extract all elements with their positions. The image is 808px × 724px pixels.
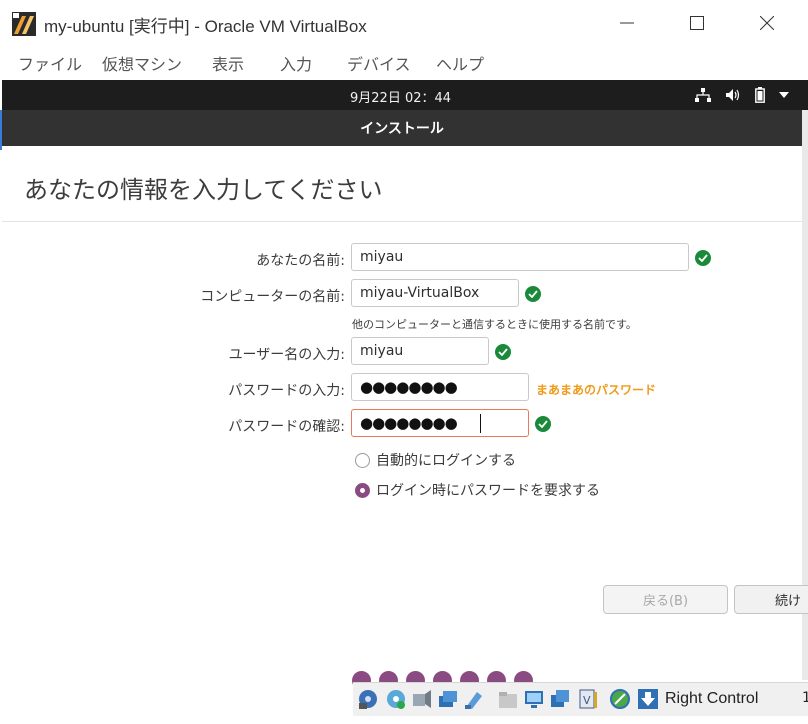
password-masked-value: ●●●●●●●● xyxy=(360,378,458,396)
video-capture-icon[interactable] xyxy=(549,688,571,710)
optical-disk-icon[interactable] xyxy=(385,688,407,710)
close-icon xyxy=(760,16,774,30)
virtualbox-app-icon xyxy=(12,12,36,36)
username-input[interactable] xyxy=(351,337,489,365)
computer-name-label: コンピューターの名前: xyxy=(200,289,345,305)
menu-view[interactable]: 表示 xyxy=(212,51,244,75)
password-label: パスワードの入力: xyxy=(228,383,345,399)
computer-name-valid-check-icon xyxy=(525,286,541,302)
page-title: あなたの情報を入力してください xyxy=(24,176,383,204)
battery-icon[interactable] xyxy=(753,86,767,104)
svg-text:V: V xyxy=(583,694,591,707)
menu-bar: ファイル 仮想マシン 表示 入力 デバイス ヘルプ xyxy=(0,46,808,80)
maximize-icon xyxy=(690,16,704,30)
hard-disk-icon[interactable] xyxy=(357,688,379,710)
volume-icon[interactable] xyxy=(724,86,742,104)
menu-help[interactable]: ヘルプ xyxy=(436,51,484,75)
menu-file[interactable]: ファイル xyxy=(18,51,82,75)
maximize-button[interactable] xyxy=(674,8,720,38)
password-confirm-label: パスワードの確認: xyxy=(228,419,345,435)
your-name-label: あなたの名前: xyxy=(256,253,345,269)
password-confirm-valid-check-icon xyxy=(535,416,551,432)
background-window-fragment: 1 xyxy=(802,690,808,706)
menu-machine[interactable]: 仮想マシン xyxy=(102,51,182,75)
window-titlebar: my-ubuntu [実行中] - Oracle VM VirtualBox xyxy=(0,0,808,46)
username-label: ユーザー名の入力: xyxy=(228,347,345,363)
menu-devices[interactable]: デバイス xyxy=(347,51,411,75)
computer-name-input[interactable] xyxy=(351,279,519,307)
password-strength-indicator: まあまあのパスワード xyxy=(536,383,657,397)
heading-divider xyxy=(2,221,802,222)
radio-require-password[interactable]: ログイン時にパスワードを要求する xyxy=(355,480,600,500)
window-title: my-ubuntu [実行中] - Oracle VM VirtualBox xyxy=(44,17,367,36)
shared-folder-icon[interactable] xyxy=(497,688,519,710)
host-key-arrow-icon[interactable] xyxy=(637,688,659,710)
text-caret xyxy=(480,414,481,433)
minimize-button[interactable] xyxy=(604,8,650,38)
network-adapter-icon[interactable] xyxy=(437,688,459,710)
network-icon[interactable] xyxy=(694,86,712,104)
username-valid-check-icon xyxy=(495,344,511,360)
password-confirm-masked-value: ●●●●●●●● xyxy=(360,414,458,432)
radio-auto-login-indicator xyxy=(355,452,370,468)
guest-top-bar: 9月22日 02：44 xyxy=(2,80,808,110)
installer-title: インストール xyxy=(360,121,444,137)
dropdown-arrow-icon[interactable] xyxy=(777,86,791,104)
close-button[interactable] xyxy=(744,8,790,38)
password-input[interactable]: ●●●●●●●● xyxy=(351,373,529,401)
display-icon[interactable] xyxy=(523,688,545,710)
password-confirm-input[interactable]: ●●●●●●●● xyxy=(351,409,529,437)
continue-button[interactable]: 続け xyxy=(734,585,808,614)
vm-status-bar: V Right Control xyxy=(353,682,808,716)
computer-name-hint: 他のコンピューターと通信するときに使用する名前です。 xyxy=(352,318,637,331)
radio-require-password-label: ログイン時にパスワードを要求する xyxy=(376,483,600,499)
mouse-integration-icon[interactable] xyxy=(609,688,631,710)
back-button[interactable]: 戻る(B) xyxy=(603,585,728,614)
host-key-label: Right Control xyxy=(665,690,759,707)
usb-icon[interactable] xyxy=(463,688,485,710)
audio-icon[interactable] xyxy=(411,688,433,710)
clock[interactable]: 9月22日 02：44 xyxy=(350,87,451,106)
your-name-valid-check-icon xyxy=(695,250,711,266)
radio-auto-login[interactable]: 自動的にログインする xyxy=(355,450,516,470)
minimize-icon xyxy=(620,22,634,24)
virtualization-icon[interactable]: V xyxy=(577,688,599,710)
your-name-input[interactable] xyxy=(351,243,689,271)
radio-auto-login-label: 自動的にログインする xyxy=(376,453,516,469)
radio-require-password-indicator xyxy=(355,482,370,498)
menu-input[interactable]: 入力 xyxy=(280,51,312,75)
installer-header-bar: インストール xyxy=(2,110,802,146)
